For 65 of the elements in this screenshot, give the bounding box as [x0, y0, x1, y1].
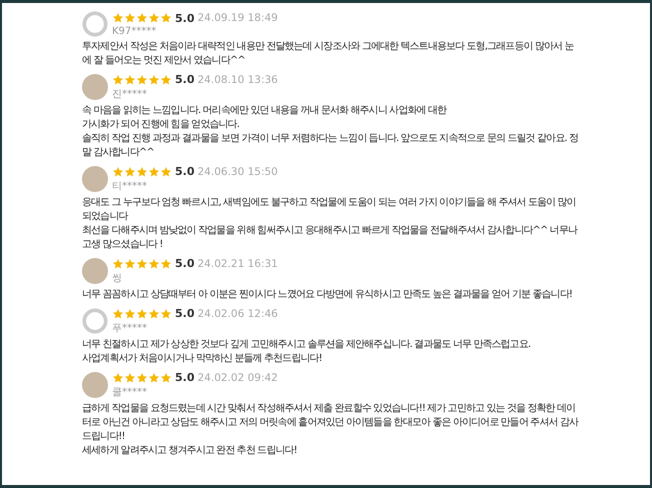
avatar-silhouette	[82, 11, 108, 37]
reviewer-name: 쿨*****	[112, 386, 148, 399]
star-icon	[112, 12, 124, 24]
star-icon	[136, 74, 148, 86]
review-date: 24.02.21 16:31	[198, 258, 278, 270]
star-icon	[124, 372, 136, 384]
star-icon	[112, 74, 124, 86]
review-text: 최선을 다해주시며 밤낮없이 작업물을 위해 힘써주시고 응대해주시고 빠르게 작업물을 전달해주셔서 감사합니다^^ 너무나 고생 많으셨습니다 !	[82, 224, 579, 252]
rating-score: 5.0	[175, 371, 194, 384]
star-icon	[160, 74, 172, 86]
star-icon	[136, 372, 148, 384]
photo-placeholder	[82, 258, 108, 284]
star-icon	[112, 372, 124, 384]
review-text: 응대도 그 누구보다 엄청 빠르시고, 새벽임에도 불구하고 작업물에 도움이 되는 여러 가지 이야기들을 해 주셔서 도움이 많이 되었습니다	[82, 196, 577, 224]
star-icon	[124, 166, 136, 178]
photo-placeholder	[82, 372, 108, 398]
star-icon	[148, 258, 160, 270]
avatar-silhouette	[82, 308, 108, 334]
reviewer-name: 진*****	[112, 88, 148, 101]
rating-score: 5.0	[175, 12, 194, 24]
review-date: 24.06.30 15:50	[198, 166, 278, 178]
reviewer-name: 씽	[112, 272, 123, 285]
star-icon	[124, 258, 136, 270]
star-icon	[148, 308, 160, 320]
review-text: 너무 꼼꼼하시고 상담때부터 아 이분은 찐이시다 느꼈어요 다방면에 유식하시고 만족도 높은 결과물을 얻어 기분 좋습니다!	[82, 288, 574, 302]
rating-score: 5.0	[175, 307, 194, 320]
review-date: 24.02.06 12:46	[198, 308, 278, 320]
star-icon	[136, 258, 148, 270]
star-icon	[148, 12, 160, 24]
reviewer-name: 푸*****	[112, 322, 148, 335]
review-text: 너무 친절하시고 제가 상상한 것보다 깊게 고민해주시고 솔루션을 제안해주십니다. 결과물도 너무 만족스럽고요.	[82, 338, 532, 352]
review-text: 사업계획서가 처음이시거나 막막하신 분들께 추천드립니다!	[82, 352, 323, 366]
reviewer-name: K97*****	[112, 26, 158, 36]
star-icon	[148, 372, 160, 384]
review-text: 급하게 작업물을 요청드렸는데 시간 맞춰서 작성해주셔서 제출 완료할수 있었습니다!! 제가 고민하고 있는 것을 정확한 데이터로 아닌건 아니라고 상담도 해주시고 저의 머릿속에 흩어져있던 아이템들을 한대모아 좋은 아이디어로 만들어 주셔서 감사드립니다!!	[82, 402, 580, 444]
review-text: 속 마음을 읽히는 느낌입니다. 머리속에만 있던 내용을 꺼내 문서화 해주시니 사업화에 대한	[82, 104, 448, 118]
star-icon	[160, 166, 172, 178]
star-icon	[148, 74, 160, 86]
rating-score: 5.0	[175, 73, 194, 86]
star-icon	[136, 12, 148, 24]
review-text: 투자제안서 작성은 처음이라 대략적인 내용만 전달했는데 시장조사와 그에대한 텍스트내용보다 도형,그래프등이 많아서 눈에 잘 들어오는 멋진 제안서 였습니다^^	[82, 40, 575, 68]
review-text: 세세하게 알려주시고 챙겨주시고 완전 추천 드립니다!	[82, 444, 298, 458]
star-icon	[124, 12, 136, 24]
star-icon	[112, 166, 124, 178]
rating-score: 5.0	[175, 165, 194, 178]
star-icon	[136, 308, 148, 320]
star-icon	[124, 308, 136, 320]
star-icon	[160, 258, 172, 270]
star-icon	[160, 372, 172, 384]
star-icon	[160, 308, 172, 320]
review-date: 24.02.02 09:42	[198, 372, 278, 384]
star-icon	[148, 166, 160, 178]
star-icon	[136, 166, 148, 178]
photo-placeholder	[82, 74, 108, 100]
star-icon	[124, 74, 136, 86]
review-text: 가시화가 되어 진행에 힘을 얻었습니다.	[82, 118, 240, 132]
reviewer-name: 티*****	[112, 180, 148, 193]
star-icon	[160, 12, 172, 24]
review-text: 솔직히 작업 진행 과정과 결과물을 보면 가격이 너무 저렴하다는 느낌이 듭니다. 앞으로도 지속적으로 문의 드릴것 같아요. 정말 감사합니다^^	[82, 132, 580, 160]
review-date: 24.09.19 18:49	[198, 12, 278, 24]
photo-placeholder	[82, 166, 108, 192]
star-icon	[112, 258, 124, 270]
review-date: 24.08.10 13:36	[198, 74, 278, 86]
rating-score: 5.0	[175, 257, 194, 270]
star-icon	[112, 308, 124, 320]
